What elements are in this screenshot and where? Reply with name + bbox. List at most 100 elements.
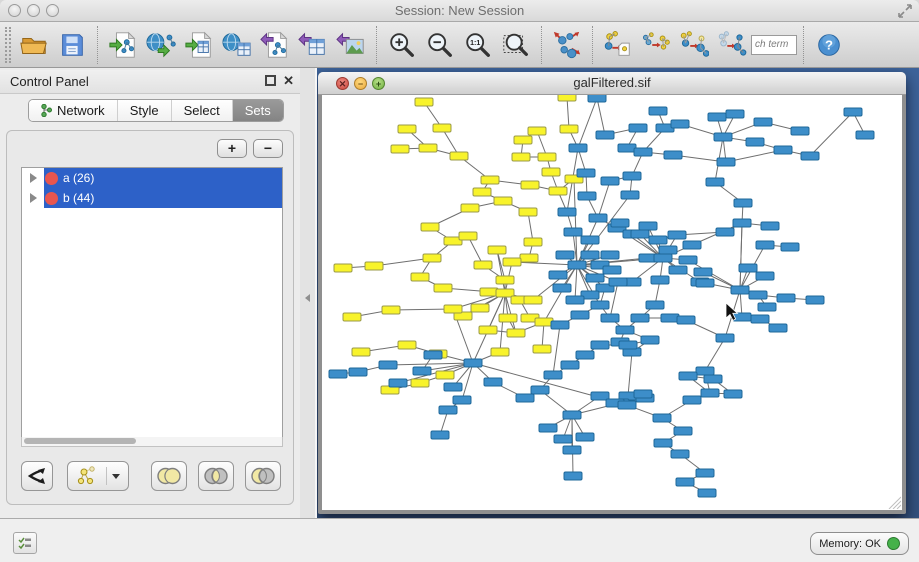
set-difference-button[interactable] [245, 461, 281, 491]
memory-status-button[interactable]: Memory: OK [810, 532, 909, 555]
network-frame-titlebar[interactable]: ✕ − + galFiltered.sif [318, 72, 906, 95]
disclosure-triangle-icon[interactable] [30, 193, 37, 203]
network-node [589, 214, 607, 222]
network-frame[interactable]: ✕ − + galFiltered.sif [318, 72, 906, 514]
add-set-button[interactable]: + [217, 139, 247, 158]
snapshot-network-button[interactable] [599, 26, 637, 64]
network-node [758, 303, 776, 311]
set-intersection-button[interactable] [198, 461, 234, 491]
tab-label: Style [130, 103, 159, 118]
network-nodes[interactable] [329, 95, 874, 497]
network-node [459, 232, 477, 240]
network-node [334, 264, 352, 272]
task-history-button[interactable] [13, 532, 37, 554]
network-node [654, 254, 672, 262]
disclosure-triangle-icon[interactable] [30, 173, 37, 183]
network-node [756, 241, 774, 249]
tab-style[interactable]: Style [118, 100, 172, 121]
split-set-button[interactable] [21, 461, 53, 491]
import-network-file-button[interactable] [104, 26, 142, 64]
network-node [566, 296, 584, 304]
network-node [696, 469, 714, 477]
zoom-selected-region-button[interactable] [497, 26, 535, 64]
import-network-url-button[interactable] [142, 26, 180, 64]
set-union-button[interactable] [151, 461, 187, 491]
network-node [668, 231, 686, 239]
tab-network[interactable]: Network [29, 100, 118, 121]
first-neighbors-button[interactable] [637, 26, 675, 64]
network-node [496, 276, 514, 284]
network-node [503, 258, 521, 266]
network-node [683, 241, 701, 249]
network-node [481, 176, 499, 184]
network-node [601, 251, 619, 259]
fullscreen-icon[interactable] [897, 3, 913, 19]
network-node [671, 450, 689, 458]
import-table-url-button[interactable] [218, 26, 256, 64]
collapse-panel-icon[interactable] [305, 294, 310, 302]
network-node [415, 98, 433, 106]
network-node [444, 383, 462, 391]
set-color-dot [45, 172, 58, 185]
tab-sets[interactable]: Sets [233, 100, 283, 121]
export-network-button[interactable] [256, 26, 294, 64]
scrollbar-thumb[interactable] [24, 438, 136, 444]
horizontal-scrollbar[interactable] [21, 437, 283, 447]
network-node [716, 228, 734, 236]
network-node [488, 246, 506, 254]
memory-status-label: Memory: OK [819, 538, 881, 550]
save-session-button[interactable] [53, 26, 91, 64]
network-canvas[interactable] [322, 95, 902, 510]
network-node [726, 110, 744, 118]
network-node [365, 262, 383, 270]
network-node [601, 314, 619, 322]
network-node [701, 389, 719, 397]
export-image-button[interactable] [332, 26, 370, 64]
network-node [524, 238, 542, 246]
select-first-neighbors-button[interactable] [675, 26, 713, 64]
network-node [631, 314, 649, 322]
network-node [629, 124, 647, 132]
help-button[interactable]: ? [810, 26, 848, 64]
network-node [480, 288, 498, 296]
import-table-file-button[interactable] [180, 26, 218, 64]
dropdown-arrow-icon [112, 474, 120, 479]
zoom-in-button[interactable] [383, 26, 421, 64]
venn-difference-icon [250, 467, 276, 485]
remove-set-button[interactable]: − [253, 139, 283, 158]
show-hide-selected-button[interactable] [713, 26, 751, 64]
export-network-icon [260, 30, 290, 60]
create-set-dropdown-button[interactable] [67, 461, 129, 491]
network-node [634, 390, 652, 398]
zoom-out-button[interactable] [421, 26, 459, 64]
search-input[interactable] [751, 35, 797, 55]
network-node [664, 151, 682, 159]
toolbar-separator [376, 26, 377, 64]
network-node [734, 199, 752, 207]
network-node [516, 394, 534, 402]
network-node [603, 266, 621, 274]
network-node [439, 406, 457, 414]
network-node [431, 431, 449, 439]
close-panel-icon[interactable]: ✕ [283, 73, 294, 89]
export-table-icon [298, 30, 328, 60]
toolbar-grip[interactable] [5, 27, 11, 63]
apply-layout-button[interactable] [548, 26, 586, 64]
toolbar-separator [803, 26, 804, 64]
network-node [507, 329, 525, 337]
network-node [696, 279, 714, 287]
network-node [538, 153, 556, 161]
zoom-actual-size-button[interactable]: 1:1 [459, 26, 497, 64]
export-table-button[interactable] [294, 26, 332, 64]
set-row-a[interactable]: a (26) [22, 168, 282, 188]
network-node [531, 386, 549, 394]
network-node [423, 254, 441, 262]
toolbar-separator [592, 26, 593, 64]
set-row-b[interactable]: b (44) [22, 188, 282, 208]
open-session-button[interactable] [15, 26, 53, 64]
main-area: Control Panel ✕ Network Style [0, 68, 919, 518]
float-panel-icon[interactable] [265, 75, 276, 86]
tab-select[interactable]: Select [172, 100, 233, 121]
panel-splitter[interactable] [300, 68, 317, 518]
resize-grip-icon[interactable] [887, 495, 901, 509]
